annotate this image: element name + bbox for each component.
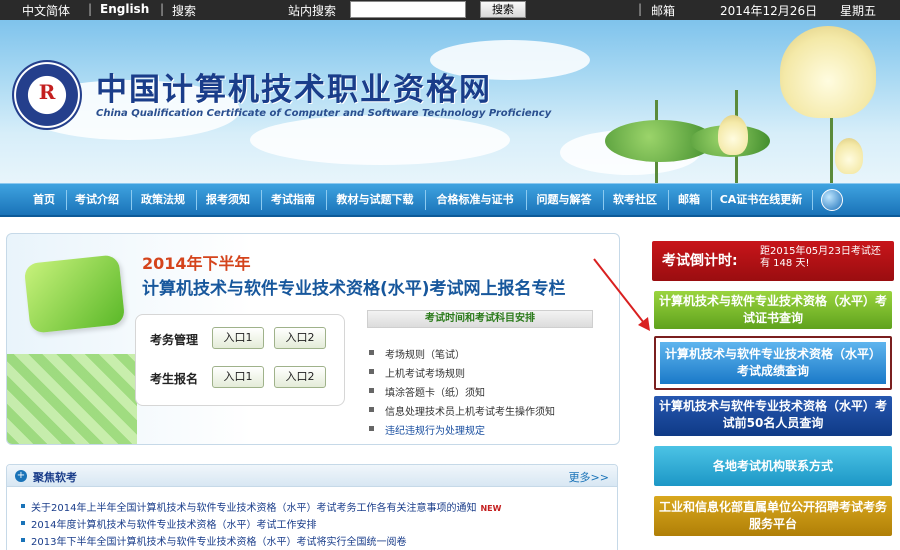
lotus-bud-decoration (718, 115, 748, 155)
pointer-arrow-icon (593, 258, 650, 331)
tiles-decoration (7, 354, 137, 444)
nav-ca-certificate-update[interactable]: CA证书在线更新 (712, 184, 810, 216)
score-query-label: 计算机技术与软件专业技术资格（水平）考试成绩查询 (660, 342, 886, 384)
news-item-text: 关于2014年上半年全国计算机技术与软件专业技术资格（水平）考试考务工作各有关注… (31, 503, 477, 514)
exam-admin-entry1-button[interactable]: 入口1 (212, 327, 264, 349)
plus-icon: + (15, 470, 27, 482)
exam-admin-entry2-button[interactable]: 入口2 (274, 327, 326, 349)
news-item[interactable]: 2014年度计算机技术与软件专业技术资格（水平）考试工作安排 (21, 516, 501, 533)
rule-link-operation-notes[interactable]: 信息处理技术员上机考试考生操作须知 (367, 403, 555, 422)
news-item[interactable]: 关于2014年上半年全国计算机技术与软件专业技术资格（水平）考试考务工作各有关注… (21, 499, 501, 516)
nav-mail[interactable]: 邮箱 (669, 184, 709, 216)
news-header: + 聚焦软考 更多>> (7, 465, 617, 487)
entry-box: 考务管理 入口1 入口2 考生报名 入口1 入口2 (135, 314, 345, 406)
site-logo[interactable]: R (12, 60, 82, 130)
lotus-flower-decoration (780, 26, 876, 118)
nav-materials-download[interactable]: 教材与试题下载 (327, 184, 423, 216)
recruitment-platform-button[interactable]: 工业和信息化部直属单位公开招聘考试考务服务平台 (654, 496, 892, 536)
nav-standards-certificates[interactable]: 合格标准与证书 (426, 184, 524, 216)
news-more-link[interactable]: 更多>> (569, 469, 609, 485)
main-nav: 首页 考试介绍 政策法规 报考须知 考试指南 教材与试题下载 合格标准与证书 问… (0, 183, 900, 217)
exam-admin-label: 考务管理 (150, 333, 199, 347)
rule-link-computer[interactable]: 上机考试考场规则 (367, 365, 555, 384)
registration-title: 计算机技术与软件专业技术资格(水平)考试网上报名专栏 (142, 279, 566, 299)
lang-simplified-link[interactable]: 中文简体 (22, 2, 70, 19)
cloud-decoration (250, 115, 510, 165)
score-query-button[interactable]: 计算机技术与软件专业技术资格（水平）考试成绩查询 (654, 336, 892, 390)
countdown-text: 距2015年05月23日考试还有 148 天! (760, 246, 881, 269)
top-bar: 中文简体 | English | 搜索 站内搜索 搜索 | 邮箱 2014年12… (0, 0, 900, 20)
news-panel: + 聚焦软考 更多>> 关于2014年上半年全国计算机技术与软件专业技术资格（水… (6, 464, 618, 550)
nav-exam-intro[interactable]: 考试介绍 (67, 184, 127, 216)
rule-link-answer-sheet[interactable]: 填涂答题卡（纸）须知 (367, 384, 555, 403)
news-item[interactable]: 2013年下半年全国计算机技术与软件专业技术资格（水平）考试将实行全国统一阅卷 (21, 533, 501, 550)
nav-community[interactable]: 软考社区 (604, 184, 666, 216)
news-title: 聚焦软考 (33, 471, 77, 484)
new-badge: NEW (480, 504, 502, 513)
candidate-entry2-button[interactable]: 入口2 (274, 366, 326, 388)
nav-home[interactable]: 首页 (22, 184, 66, 216)
registration-year-title: 2014年下半年 (142, 254, 251, 273)
lotus-bud-decoration (835, 138, 863, 174)
certificate-query-button[interactable]: 计算机技术与软件专业技术资格（水平）考试证书查询 (654, 291, 892, 329)
nav-policies[interactable]: 政策法规 (132, 184, 194, 216)
rule-link-written[interactable]: 考场规则（笔试） (367, 346, 555, 365)
search-button[interactable]: 搜索 (480, 1, 526, 18)
nav-registration-notes[interactable]: 报考须知 (197, 184, 259, 216)
divider: | (88, 2, 93, 16)
rules-list: 考场规则（笔试） 上机考试考场规则 填涂答题卡（纸）须知 信息处理技术员上机考试… (367, 346, 555, 441)
divider: | (160, 2, 165, 16)
nav-exam-guide[interactable]: 考试指南 (262, 184, 324, 216)
site-banner: R 中国计算机技术职业资格网 China Qualification Certi… (0, 20, 900, 183)
site-search-label: 站内搜索 (288, 4, 337, 18)
speech-bubble-decoration (23, 254, 126, 334)
divider: | (638, 2, 643, 16)
site-title: 中国计算机技术职业资格网 (96, 72, 492, 108)
rule-link-violations[interactable]: 违纪违规行为处理规定 (367, 422, 555, 441)
countdown-label: 考试倒计时: (662, 253, 738, 269)
lang-english-link[interactable]: English (100, 2, 149, 16)
exam-schedule-link[interactable]: 考试时间和考试科目安排 (367, 310, 593, 328)
registration-panel: 2014年下半年 计算机技术与软件专业技术资格(水平)考试网上报名专栏 考务管理… (6, 233, 620, 445)
candidate-entry1-button[interactable]: 入口1 (212, 366, 264, 388)
exam-countdown: 考试倒计时: 距2015年05月23日考试还有 148 天! (652, 241, 894, 281)
site-subtitle: China Qualification Certificate of Compu… (96, 108, 552, 119)
mail-link[interactable]: 邮箱 (651, 2, 675, 19)
nav-divider (812, 190, 813, 210)
current-date: 2014年12月26日 (720, 4, 818, 18)
candidate-registration-label: 考生报名 (150, 372, 199, 386)
search-link[interactable]: 搜索 (172, 2, 196, 19)
nav-faq[interactable]: 问题与解答 (527, 184, 601, 216)
exam-agency-contacts-button[interactable]: 各地考试机构联系方式 (654, 446, 892, 486)
current-weekday: 星期五 (840, 4, 877, 18)
top50-query-button[interactable]: 计算机技术与软件专业技术资格（水平）考试前50名人员查询 (654, 396, 892, 436)
news-list: 关于2014年上半年全国计算机技术与软件专业技术资格（水平）考试考务工作各有关注… (21, 499, 501, 550)
site-search-input[interactable] (350, 1, 466, 18)
globe-icon[interactable] (821, 189, 843, 211)
